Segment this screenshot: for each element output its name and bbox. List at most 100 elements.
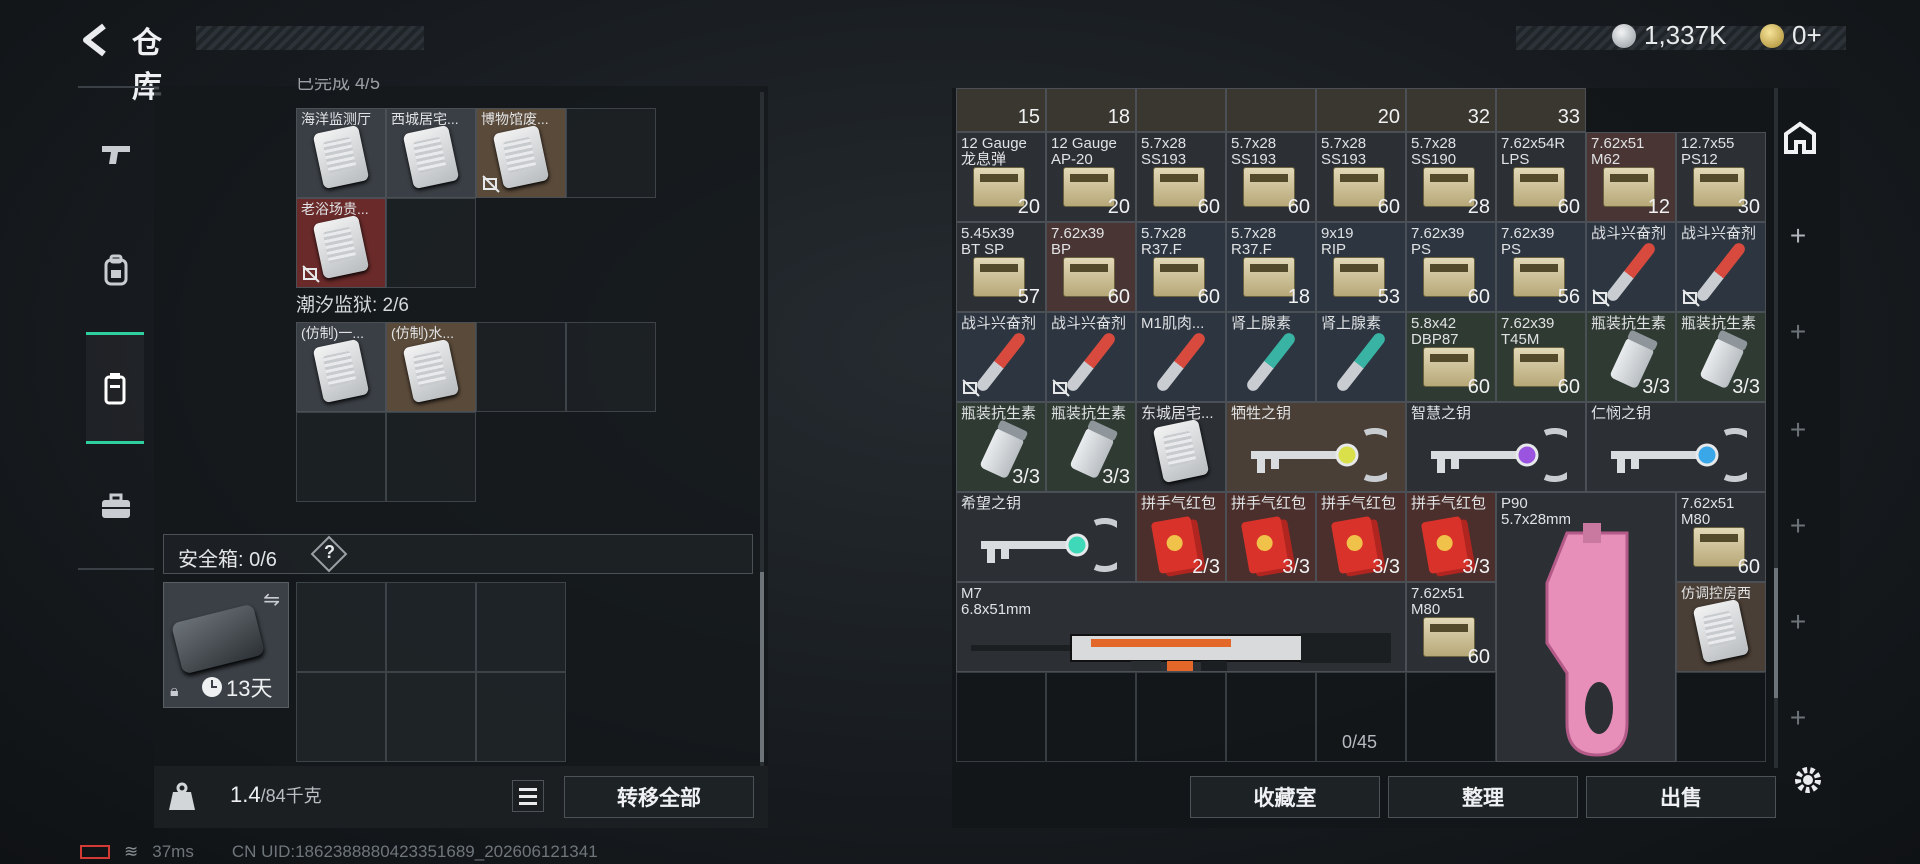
- warehouse-item[interactable]: 5.7x28 R37.F 60: [1136, 222, 1226, 312]
- tab-weapon[interactable]: [86, 124, 146, 184]
- safe-slot[interactable]: [476, 672, 566, 762]
- warehouse-item[interactable]: 18: [1046, 88, 1136, 132]
- warehouse-item[interactable]: 7.62x51 M80 60: [1406, 582, 1496, 672]
- warehouse-item[interactable]: 7.62x39 PS 56: [1496, 222, 1586, 312]
- warehouse-item[interactable]: 7.62x39 BP 60: [1046, 222, 1136, 312]
- warehouse-item[interactable]: 拼手气红包 3/3: [1406, 492, 1496, 582]
- warehouse-item[interactable]: 5.8x42 DBP87 60: [1406, 312, 1496, 402]
- tab-briefcase[interactable]: [86, 476, 146, 536]
- warehouse-item[interactable]: M7 6.8x51mm: [956, 582, 1406, 672]
- safe-slot[interactable]: [296, 582, 386, 672]
- container-item[interactable]: 博物馆废...: [476, 108, 566, 198]
- warehouse-item[interactable]: 15: [956, 88, 1046, 132]
- transfer-all-button[interactable]: 转移全部: [564, 776, 754, 818]
- grid-slot[interactable]: [386, 198, 476, 288]
- warehouse-item[interactable]: 战斗兴奋剂: [1676, 222, 1766, 312]
- warehouse-item[interactable]: 拼手气红包 3/3: [1316, 492, 1406, 582]
- currency-gold[interactable]: 0+: [1760, 20, 1822, 51]
- warehouse-item[interactable]: 5.7x28 SS193 60: [1136, 132, 1226, 222]
- settings-gear-icon[interactable]: [1790, 762, 1826, 798]
- item-label: 9x19: [1321, 225, 1354, 242]
- add-stash-tab-button[interactable]: +: [1784, 222, 1812, 250]
- warehouse-item[interactable]: 5.7x28 R37.F 18: [1226, 222, 1316, 312]
- warehouse-item[interactable]: 7.62x54R LPS 60: [1496, 132, 1586, 222]
- warehouse-item[interactable]: 拼手气红包 2/3: [1136, 492, 1226, 582]
- warehouse-item[interactable]: P90 5.7x28mm: [1496, 492, 1676, 762]
- empty-slot[interactable]: [1046, 672, 1136, 762]
- warehouse-item[interactable]: 12 Gauge AP-20 20: [1046, 132, 1136, 222]
- warehouse-item[interactable]: 仁悯之钥: [1586, 402, 1766, 492]
- warehouse-item[interactable]: 7.62x39 T45M 60: [1496, 312, 1586, 402]
- warehouse-item[interactable]: 12 Gauge 龙息弹 20: [956, 132, 1046, 222]
- warehouse-item[interactable]: 战斗兴奋剂: [1586, 222, 1676, 312]
- warehouse-item[interactable]: 智慧之钥: [1406, 402, 1586, 492]
- warehouse-item[interactable]: 12.7x55 PS12 30: [1676, 132, 1766, 222]
- tab-backpack[interactable]: [86, 240, 146, 300]
- warehouse-item[interactable]: 瓶装抗生素 3/3: [1586, 312, 1676, 402]
- safe-slot[interactable]: [476, 582, 566, 672]
- warehouse-item[interactable]: 瓶装抗生素 3/3: [1046, 402, 1136, 492]
- warehouse-item[interactable]: 仿调控房西: [1676, 582, 1766, 672]
- safe-slot[interactable]: [296, 672, 386, 762]
- sort-button[interactable]: 整理: [1388, 776, 1578, 818]
- warehouse-item[interactable]: 牺牲之钥: [1226, 402, 1406, 492]
- warehouse-item[interactable]: 拼手气红包 3/3: [1226, 492, 1316, 582]
- grid-slot[interactable]: [476, 322, 566, 412]
- warehouse-item[interactable]: 9x19 RIP 53: [1316, 222, 1406, 312]
- safe-box-item[interactable]: ⇋ 🔒︎ 13天: [163, 582, 289, 708]
- warehouse-item[interactable]: 瓶装抗生素 3/3: [956, 402, 1046, 492]
- syringe-icon: [1604, 240, 1658, 304]
- warehouse-item[interactable]: 战斗兴奋剂: [1046, 312, 1136, 402]
- item-count: 2/3: [1192, 556, 1220, 578]
- tab-container[interactable]: [86, 332, 144, 444]
- grid-slot[interactable]: [566, 322, 656, 412]
- swap-icon[interactable]: ⇋: [263, 587, 280, 612]
- warehouse-item[interactable]: 肾上腺素: [1226, 312, 1316, 402]
- warehouse-item[interactable]: 瓶装抗生素 3/3: [1676, 312, 1766, 402]
- empty-slot[interactable]: [1406, 672, 1496, 762]
- warehouse-item[interactable]: M1肌肉...: [1136, 312, 1226, 402]
- empty-slot[interactable]: [1676, 672, 1766, 762]
- back-icon[interactable]: [78, 22, 114, 58]
- warehouse-item[interactable]: 7.62x51 M62 12: [1586, 132, 1676, 222]
- warehouse-item[interactable]: 7.62x51 M80 60: [1676, 492, 1766, 582]
- empty-slot[interactable]: [1226, 672, 1316, 762]
- warehouse-item[interactable]: [1136, 88, 1226, 132]
- safe-slot[interactable]: [386, 672, 476, 762]
- item-label: 5.7x28: [1411, 135, 1457, 152]
- grid-slot[interactable]: [386, 412, 476, 502]
- stash-icon[interactable]: [1782, 120, 1818, 156]
- item-count: 3/3: [1012, 466, 1040, 488]
- container-item[interactable]: 海洋监测厅: [296, 108, 386, 198]
- warehouse-item[interactable]: 5.7x28 SS193 60: [1226, 132, 1316, 222]
- list-view-icon[interactable]: [512, 780, 544, 812]
- empty-slot[interactable]: [956, 672, 1046, 762]
- warehouse-item[interactable]: 战斗兴奋剂: [956, 312, 1046, 402]
- container-item[interactable]: (仿制)水...: [386, 322, 476, 412]
- warehouse-item[interactable]: 5.7x28 SS193 60: [1316, 132, 1406, 222]
- grid-slot[interactable]: [296, 412, 386, 502]
- empty-slot[interactable]: [1136, 672, 1226, 762]
- sell-button[interactable]: 出售: [1586, 776, 1776, 818]
- warehouse-item[interactable]: 5.7x28 SS190 28: [1406, 132, 1496, 222]
- left-scrollbar[interactable]: [760, 92, 764, 772]
- item-count: 3/3: [1462, 556, 1490, 578]
- item-label: 12 Gauge: [961, 135, 1027, 152]
- container-item[interactable]: 西城居宅...: [386, 108, 476, 198]
- container-item[interactable]: (仿制)一...: [296, 322, 386, 412]
- warehouse-item[interactable]: 东城居宅...: [1136, 402, 1226, 492]
- container-item[interactable]: 老浴场贵...: [296, 198, 386, 288]
- warehouse-item[interactable]: 33: [1496, 88, 1586, 132]
- collection-room-button[interactable]: 收藏室: [1190, 776, 1380, 818]
- warehouse-item[interactable]: 希望之钥: [956, 492, 1136, 582]
- warehouse-item[interactable]: 32: [1406, 88, 1496, 132]
- warehouse-item[interactable]: 肾上腺素: [1316, 312, 1406, 402]
- grid-slot[interactable]: [566, 108, 656, 198]
- item-sublabel: RIP: [1321, 241, 1347, 258]
- warehouse-item[interactable]: 7.62x39 PS 60: [1406, 222, 1496, 312]
- item-label: 5.7x28: [1141, 225, 1187, 242]
- safe-slot[interactable]: [386, 582, 476, 672]
- warehouse-item[interactable]: 5.45x39 BT SP 57: [956, 222, 1046, 312]
- warehouse-item[interactable]: [1226, 88, 1316, 132]
- warehouse-item[interactable]: 20: [1316, 88, 1406, 132]
